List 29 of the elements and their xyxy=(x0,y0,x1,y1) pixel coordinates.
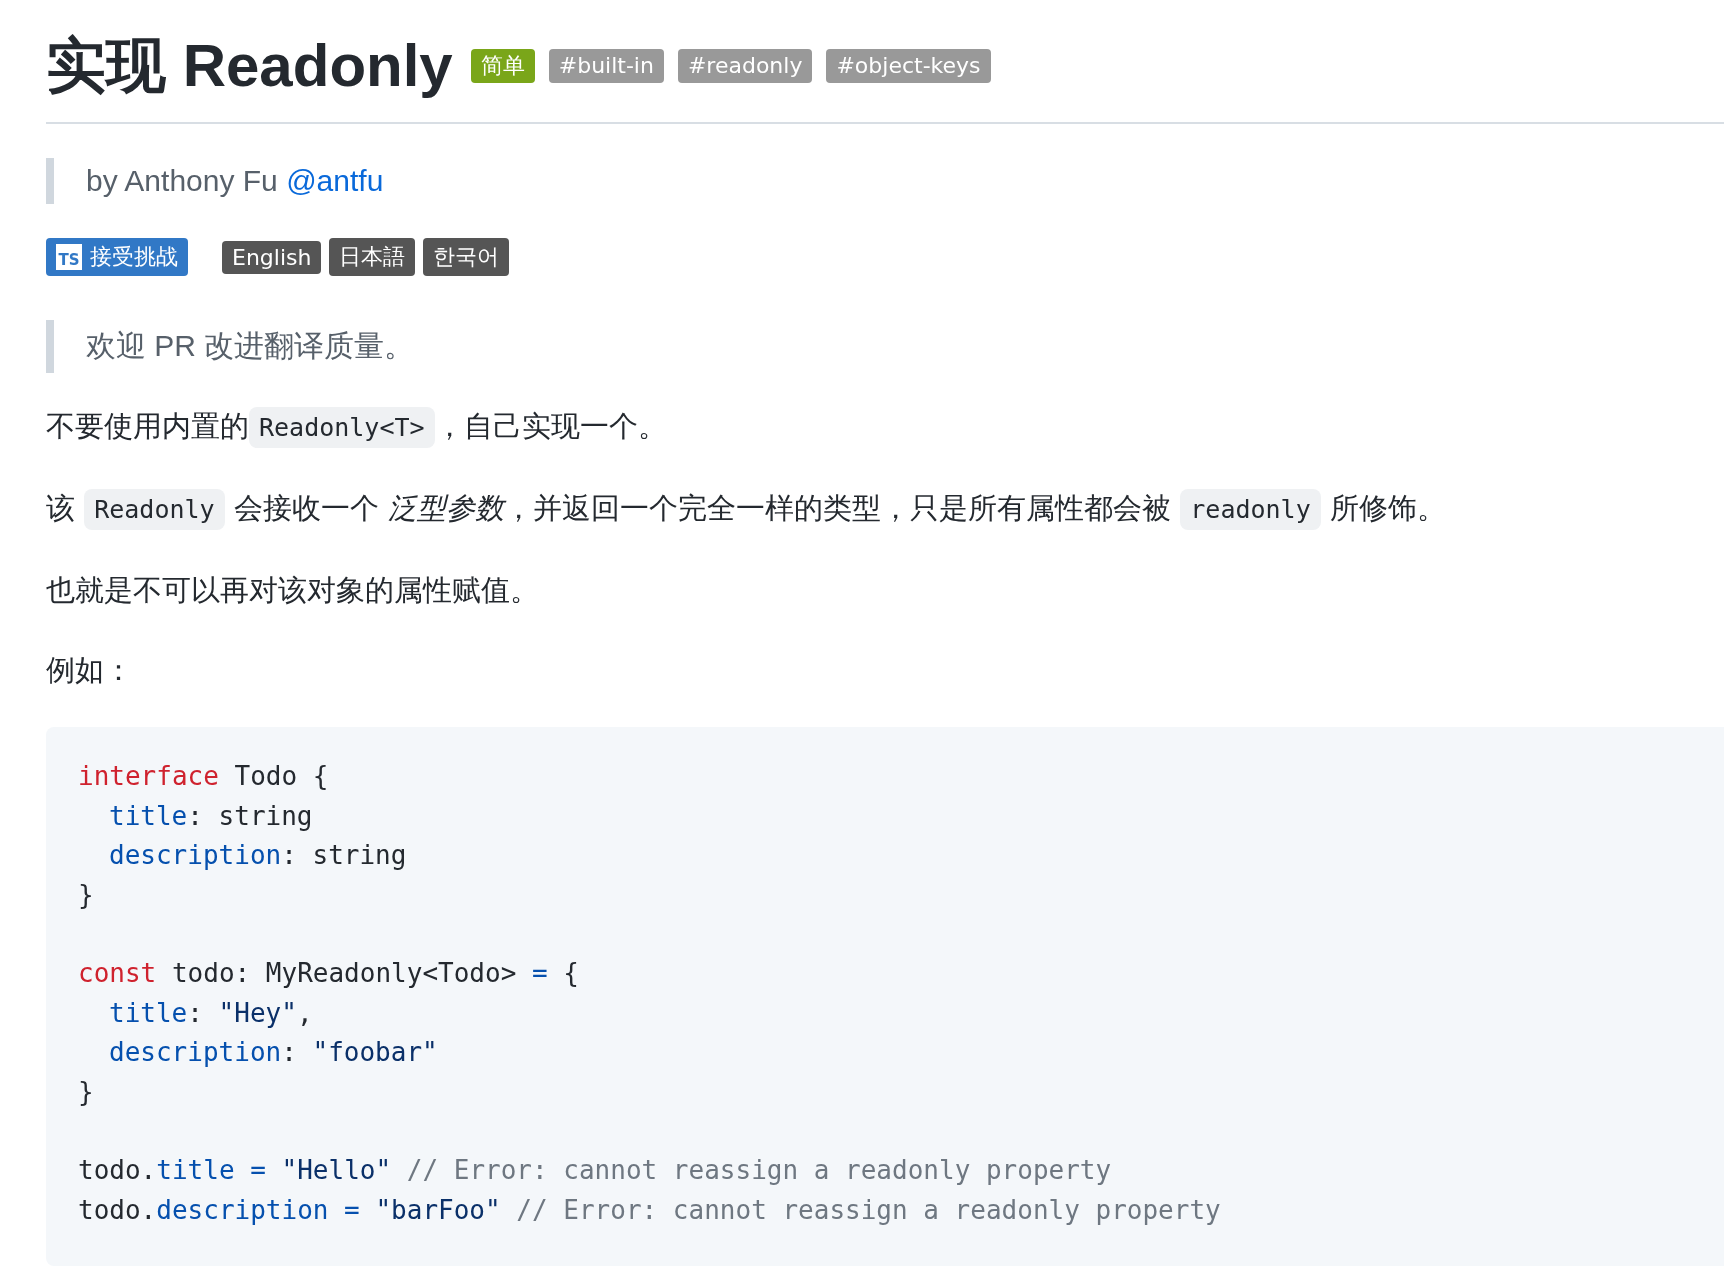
code-line: todo.title = "Hello" // Error: cannot reassign a readonly property xyxy=(78,1154,1113,1187)
author-link[interactable]: @antfu xyxy=(286,164,384,197)
language-link[interactable]: English xyxy=(222,240,322,274)
code-line: description: string xyxy=(108,839,408,872)
quote-bar xyxy=(46,158,54,204)
code-line: title: "Hey", xyxy=(108,996,314,1030)
paragraph: 也就是不可以再对该对象的属性赋值。 xyxy=(46,572,540,609)
typescript-icon: TS xyxy=(56,244,82,270)
code-line: } xyxy=(78,1075,95,1109)
code-line: interface Todo { xyxy=(78,760,330,793)
tag-badge[interactable]: #readonly xyxy=(677,48,813,84)
author-line: by Anthony Fu @antfu xyxy=(86,164,384,197)
code-line: description: "foobar" xyxy=(108,1036,439,1069)
page-title: 实现 Readonly xyxy=(46,31,453,101)
code-line: todo.description = "barFoo" // Error: cannot reassign a readonly property xyxy=(78,1193,1222,1227)
code-line: title: string xyxy=(108,799,314,833)
quote-bar xyxy=(46,320,54,373)
tag-badge[interactable]: #built-in xyxy=(548,48,664,84)
take-challenge-button[interactable]: TS 接受挑战 xyxy=(46,238,188,276)
language-link[interactable]: 日本語 xyxy=(329,238,416,276)
code-line: } xyxy=(78,878,95,912)
tag-badge[interactable]: #object-keys xyxy=(826,48,991,84)
notice-text: 欢迎 PR 改进翻译质量。 xyxy=(86,329,415,362)
paragraph: 该 Readonly 会接收一个 泛型参数，并返回一个完全一样的类型，只是所有属性都会被 readonly 所修饰。 xyxy=(46,483,1724,535)
paragraph: 不要使用内置的 Readonly<T> ，自己实现一个。 xyxy=(46,401,1724,453)
code-line: const todo: MyReadonly<Todo> = { xyxy=(78,957,580,990)
language-link[interactable]: 한국어 xyxy=(423,238,510,276)
difficulty-badge: 简单 xyxy=(470,48,535,84)
paragraph: 例如： xyxy=(46,652,134,689)
